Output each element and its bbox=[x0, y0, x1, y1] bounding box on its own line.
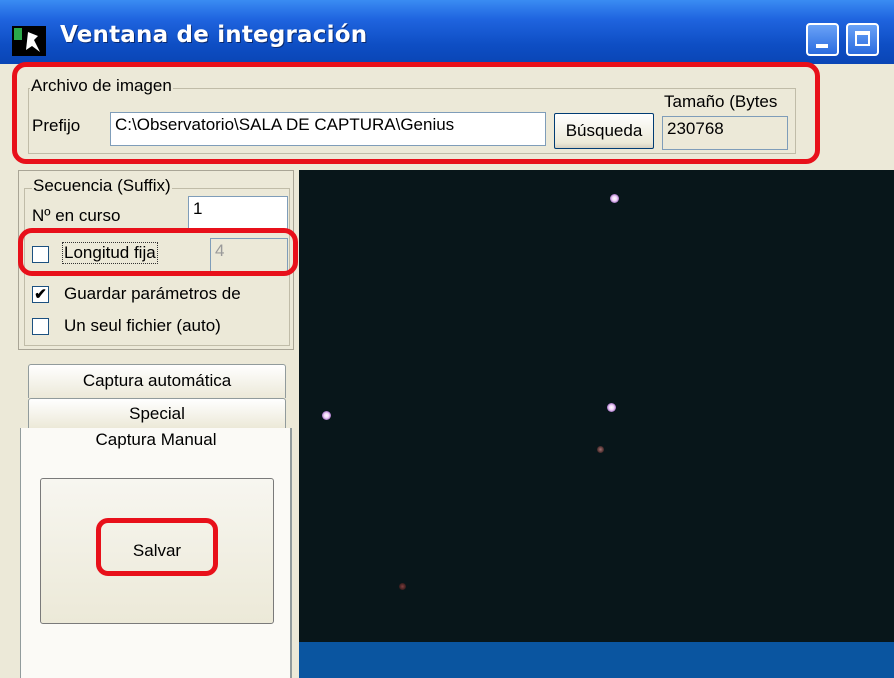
star bbox=[610, 194, 619, 203]
title-bar[interactable]: Ventana de integración bbox=[0, 0, 894, 64]
save-params-checkbox[interactable]: ✔ bbox=[32, 286, 49, 303]
tab-special[interactable]: Special bbox=[28, 398, 286, 428]
size-field: 230768 bbox=[662, 116, 788, 150]
single-file-label: Un seul fichier (auto) bbox=[64, 316, 221, 335]
minimize-button[interactable] bbox=[806, 23, 839, 56]
browse-button[interactable]: Búsqueda bbox=[554, 113, 654, 149]
star bbox=[322, 411, 331, 420]
tab-manual-capture[interactable]: Captura Manual bbox=[20, 430, 292, 450]
prefix-input[interactable]: C:\Observatorio\SALA DE CAPTURA\Genius bbox=[110, 112, 546, 146]
current-number-input[interactable]: 1 bbox=[188, 196, 288, 230]
star bbox=[607, 403, 616, 412]
star bbox=[399, 583, 406, 590]
status-strip bbox=[299, 642, 894, 678]
image-file-group-title: Archivo de imagen bbox=[30, 76, 173, 96]
save-params-label: Guardar parámetros de bbox=[64, 284, 241, 303]
maximize-button[interactable] bbox=[846, 23, 879, 56]
save-button[interactable]: Salvar bbox=[40, 478, 274, 624]
window-title: Ventana de integración bbox=[60, 22, 368, 48]
size-label: Tamaño (Bytes bbox=[664, 92, 778, 111]
sequence-group-title: Secuencia (Suffix) bbox=[32, 176, 172, 196]
current-number-label: Nº en curso bbox=[32, 206, 121, 225]
single-file-checkbox[interactable] bbox=[32, 318, 49, 335]
prefix-label: Prefijo bbox=[32, 116, 81, 135]
fixed-length-input[interactable]: 4 bbox=[210, 238, 288, 272]
image-view[interactable] bbox=[299, 170, 894, 642]
fixed-length-checkbox[interactable] bbox=[32, 246, 49, 263]
app-icon bbox=[12, 26, 46, 56]
tab-auto-capture[interactable]: Captura automática bbox=[28, 364, 286, 398]
fixed-length-label: Longitud fija bbox=[62, 242, 158, 264]
star bbox=[597, 446, 604, 453]
